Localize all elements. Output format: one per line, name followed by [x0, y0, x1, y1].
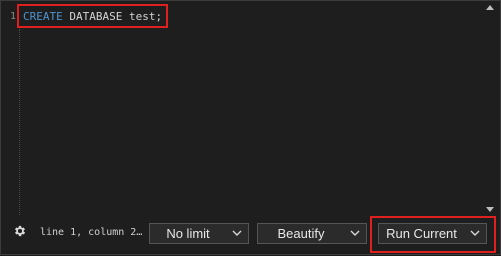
limit-select-value: No limit [166, 226, 210, 241]
scroll-up-arrow-icon[interactable] [486, 5, 494, 10]
run-highlight-box [370, 216, 496, 253]
beautify-select[interactable]: Beautify [257, 223, 367, 244]
limit-select[interactable]: No limit [149, 223, 249, 244]
sql-editor[interactable]: 1 CREATE DATABASE test; [2, 2, 498, 215]
indent-guide [19, 29, 20, 215]
line-number: 1 [10, 11, 17, 22]
chevron-down-icon [350, 230, 360, 236]
chevron-down-icon [232, 230, 242, 236]
gear-icon-graphic [14, 225, 26, 237]
gear-icon[interactable] [13, 224, 28, 239]
beautify-label: Beautify [277, 226, 325, 241]
code-highlight-box [17, 4, 168, 28]
scroll-down-arrow-icon[interactable] [486, 207, 494, 212]
cursor-position: line 1, column 2… [40, 227, 143, 238]
